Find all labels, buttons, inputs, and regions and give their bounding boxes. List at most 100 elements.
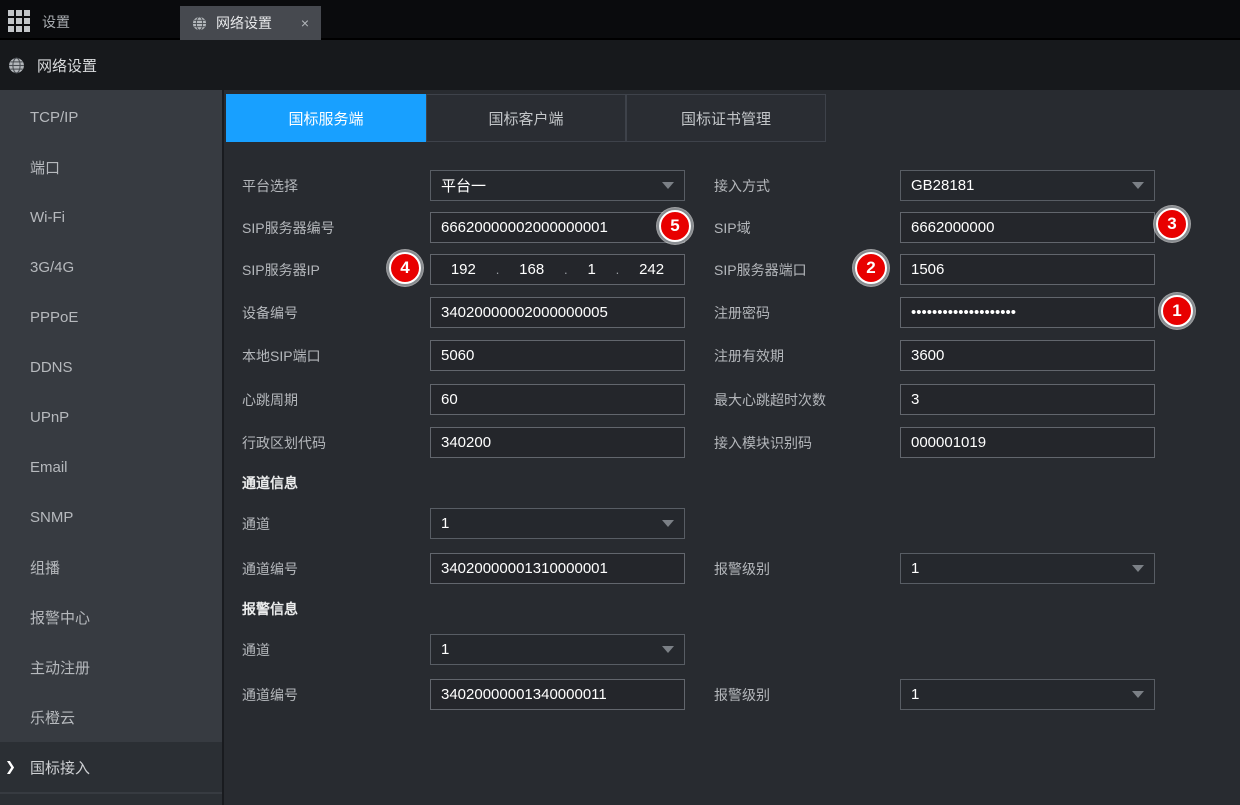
platform-select[interactable]: 平台一 — [430, 170, 685, 201]
sidebar-item-ddns[interactable]: DDNS — [0, 342, 222, 392]
annotation-badge-1: 1 — [1161, 295, 1193, 327]
channel-id-field — [430, 553, 685, 584]
local-sip-port-input[interactable] — [430, 340, 685, 371]
ip-dot: . — [616, 262, 620, 277]
channel-id-input[interactable] — [430, 553, 685, 584]
ip-dot: . — [564, 262, 568, 277]
device-id-input[interactable] — [430, 297, 685, 328]
chevron-down-icon — [1132, 565, 1144, 572]
annotation-badge-3: 3 — [1156, 208, 1188, 240]
sidebar-item-gb28181-access[interactable]: ❯ 国标接入 — [0, 742, 222, 792]
channel-select[interactable]: 1 — [430, 508, 685, 539]
register-valid-field — [900, 340, 1155, 371]
form-row: SIP服务器编号 SIP域 — [224, 212, 1240, 243]
annotation-badge-4: 4 — [389, 252, 421, 284]
alarm-level-value: 1 — [911, 560, 919, 577]
local-sip-port-field — [430, 340, 685, 371]
admin-area-code-input[interactable] — [430, 427, 685, 458]
alarm-level-label: 报警级别 — [714, 553, 770, 584]
ip-octet-1[interactable]: 192 — [451, 261, 476, 278]
heartbeat-period-input[interactable] — [430, 384, 685, 415]
close-tab-icon[interactable]: × — [301, 16, 309, 30]
heartbeat-period-field — [430, 384, 685, 415]
sidebar-item-email[interactable]: Email — [0, 442, 222, 492]
sidebar-item-label: 国标接入 — [30, 757, 90, 778]
ip-octet-2[interactable]: 168 — [519, 261, 544, 278]
chevron-down-icon — [1132, 691, 1144, 698]
alarm-level-select[interactable]: 1 — [900, 679, 1155, 710]
gb28181-settings-panel: 国标服务端 国标客户端 国标证书管理 平台选择 平台一 接入方式 GB28181… — [222, 90, 1240, 805]
sidebar-item-alarm-center[interactable]: 报警中心 — [0, 592, 222, 642]
form-row: 设备编号 注册密码 — [224, 297, 1240, 328]
tab-gb-client[interactable]: 国标客户端 — [426, 94, 626, 142]
alarm-level-value: 1 — [911, 686, 919, 703]
chevron-down-icon — [662, 646, 674, 653]
access-type-label: 接入方式 — [714, 170, 770, 201]
annotation-badge-2: 2 — [855, 252, 887, 284]
access-type-select[interactable]: GB28181 — [900, 170, 1155, 201]
alarm-channel-select[interactable]: 1 — [430, 634, 685, 665]
access-module-id-field — [900, 427, 1155, 458]
sip-domain-input[interactable] — [900, 212, 1155, 243]
sidebar-item-multicast[interactable]: 组播 — [0, 542, 222, 592]
tab-gb-certificate[interactable]: 国标证书管理 — [626, 94, 826, 142]
sidebar-item-tcpip[interactable]: TCP/IP — [0, 92, 222, 142]
platform-label: 平台选择 — [242, 170, 298, 201]
alarm-level-label: 报警级别 — [714, 679, 770, 710]
sidebar-item-auto-register[interactable]: 主动注册 — [0, 642, 222, 692]
sidebar-bottom-strip — [0, 794, 222, 805]
platform-value: 平台一 — [441, 175, 486, 196]
admin-area-code-field — [430, 427, 685, 458]
sip-server-port-input[interactable] — [900, 254, 1155, 285]
sidebar-item-pppoe[interactable]: PPPoE — [0, 292, 222, 342]
chevron-down-icon — [1132, 182, 1144, 189]
max-heartbeat-miss-label: 最大心跳超时次数 — [714, 384, 826, 415]
access-type-value: GB28181 — [911, 177, 974, 194]
tab-label: 网络设置 — [216, 13, 272, 33]
apps-grid-icon[interactable] — [8, 10, 30, 32]
local-sip-port-label: 本地SIP端口 — [242, 340, 321, 371]
ip-octet-3[interactable]: 1 — [587, 261, 595, 278]
chevron-right-icon: ❯ — [5, 759, 16, 775]
register-valid-label: 注册有效期 — [714, 340, 784, 371]
register-password-input[interactable] — [900, 297, 1155, 328]
form-row: 心跳周期 最大心跳超时次数 — [224, 384, 1240, 415]
sip-server-id-field — [430, 212, 685, 243]
access-module-id-input[interactable] — [900, 427, 1155, 458]
page-title: 网络设置 — [37, 55, 97, 76]
alarm-channel-id-input[interactable] — [430, 679, 685, 710]
alarm-channel-id-label: 通道编号 — [242, 679, 298, 710]
form-row: 平台选择 平台一 接入方式 GB28181 — [224, 170, 1240, 201]
channel-info-section-title: 通道信息 — [242, 473, 298, 493]
device-id-field — [430, 297, 685, 328]
page-header: 网络设置 — [0, 40, 1240, 90]
chevron-down-icon — [662, 520, 674, 527]
sip-server-ip-input[interactable]: 192 . 168 . 1 . 242 — [430, 254, 685, 285]
chevron-down-icon — [662, 182, 674, 189]
form-row: 通道编号 报警级别 1 — [224, 679, 1240, 710]
sip-server-id-input[interactable] — [430, 212, 685, 243]
channel-value: 1 — [441, 515, 449, 532]
sip-server-port-label: SIP服务器端口 — [714, 254, 807, 285]
tab-gb-server[interactable]: 国标服务端 — [226, 94, 426, 142]
sip-domain-label: SIP域 — [714, 212, 751, 243]
alarm-level-select[interactable]: 1 — [900, 553, 1155, 584]
globe-icon — [192, 16, 207, 31]
heartbeat-period-label: 心跳周期 — [242, 384, 298, 415]
sidebar-item-port[interactable]: 端口 — [0, 142, 222, 192]
register-valid-input[interactable] — [900, 340, 1155, 371]
sidebar-item-lechange-cloud[interactable]: 乐橙云 — [0, 692, 222, 742]
tab-settings[interactable]: 设置 — [42, 12, 70, 32]
max-heartbeat-miss-input[interactable] — [900, 384, 1155, 415]
sidebar-item-wifi[interactable]: Wi-Fi — [0, 192, 222, 242]
sidebar-item-upnp[interactable]: UPnP — [0, 392, 222, 442]
ip-octet-4[interactable]: 242 — [639, 261, 664, 278]
sidebar-item-3g4g[interactable]: 3G/4G — [0, 242, 222, 292]
channel-id-label: 通道编号 — [242, 553, 298, 584]
sidebar-item-snmp[interactable]: SNMP — [0, 492, 222, 542]
max-heartbeat-miss-field — [900, 384, 1155, 415]
tab-network-settings[interactable]: 网络设置 × — [180, 6, 321, 40]
form-row: 通道 1 — [224, 634, 1240, 665]
channel-label: 通道 — [242, 508, 270, 539]
alarm-channel-value: 1 — [441, 641, 449, 658]
